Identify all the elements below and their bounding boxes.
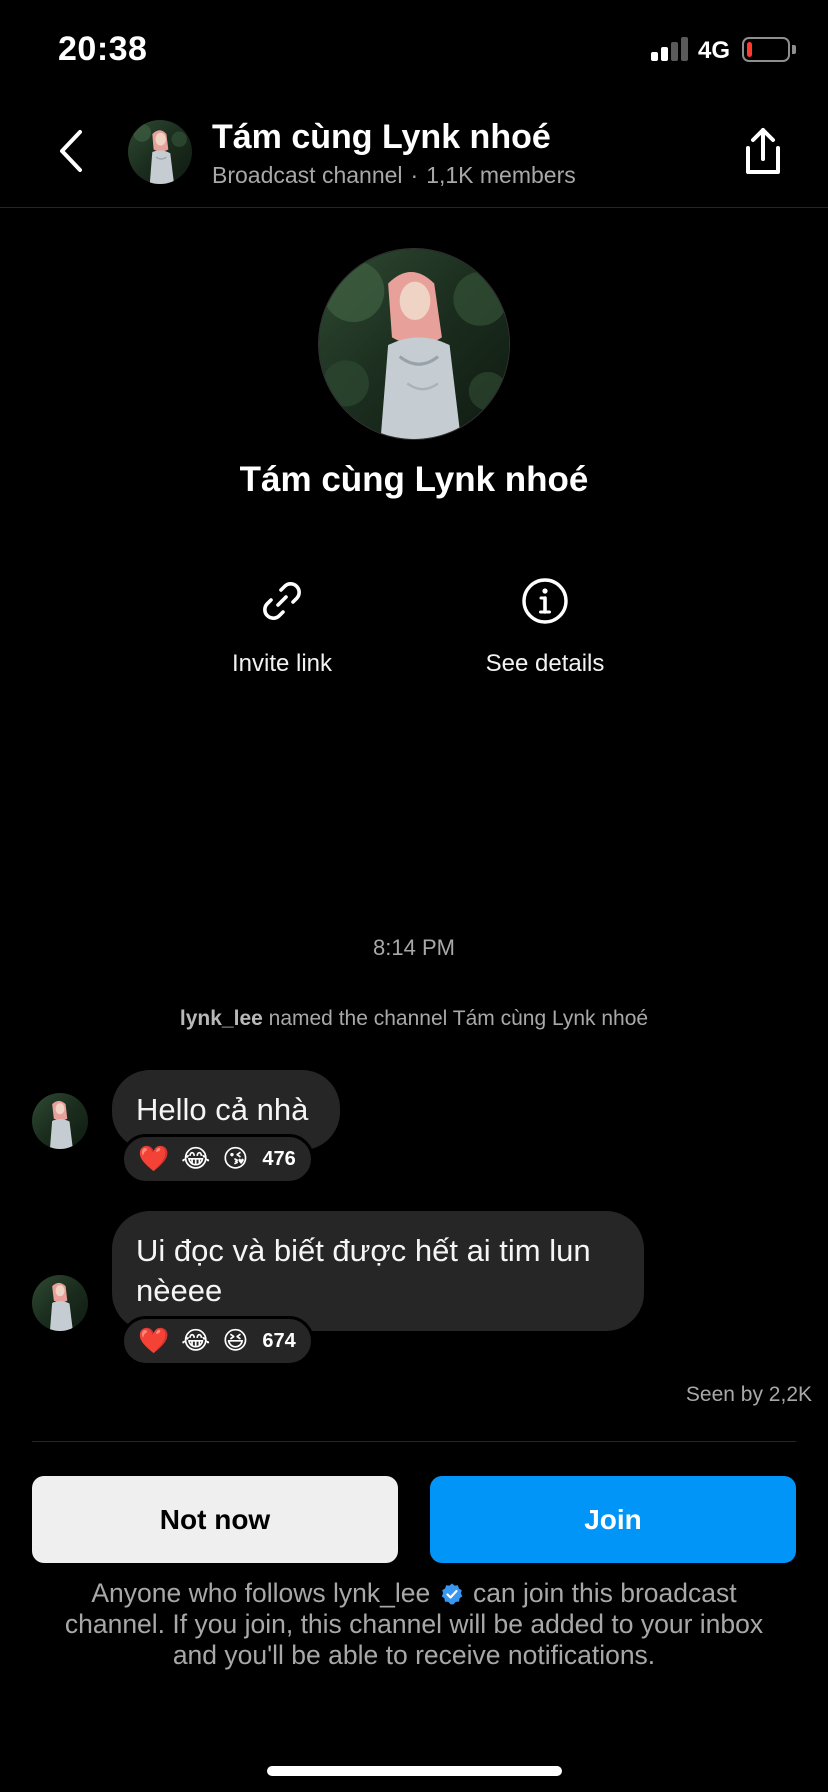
member-count: 1,1K members xyxy=(426,162,576,188)
footnote-before: Anyone who follows lynk_lee xyxy=(91,1578,431,1608)
heart-reaction: ❤️ xyxy=(138,1144,170,1173)
system-note-username[interactable]: lynk_lee xyxy=(180,1007,263,1030)
verified-badge-icon xyxy=(441,1583,462,1605)
join-info-text: Anyone who follows lynk_lee can join thi… xyxy=(40,1578,788,1671)
battery-tip xyxy=(792,45,796,54)
info-icon xyxy=(522,578,568,624)
message-text: Ui đọc và biết được hết ai tim lun nèeee xyxy=(136,1233,591,1308)
profile-name: Tám cùng Lynk nhoé xyxy=(239,460,589,499)
heart-reaction: ❤️ xyxy=(138,1326,170,1355)
channel-avatar[interactable] xyxy=(128,120,192,184)
reaction-count: 476 xyxy=(262,1147,296,1170)
laughing-reaction: 😂 xyxy=(181,1145,211,1173)
sender-avatar[interactable] xyxy=(32,1275,88,1331)
message-text: Hello cả nhà xyxy=(136,1092,309,1127)
reaction-count: 674 xyxy=(262,1329,296,1352)
see-details-button[interactable]: See details xyxy=(445,576,645,678)
message-bubble[interactable]: Ui đọc và biết được hết ai tim lun nèeee xyxy=(112,1211,644,1331)
share-button[interactable] xyxy=(740,126,786,178)
avatar-photo xyxy=(32,1093,88,1149)
sender-avatar[interactable] xyxy=(32,1093,88,1149)
channel-type: Broadcast channel xyxy=(212,162,403,188)
avatar-photo xyxy=(319,249,509,439)
avatar-photo xyxy=(128,120,192,184)
status-time: 20:38 xyxy=(58,30,148,68)
seen-count: Seen by 2,2K xyxy=(685,1383,812,1406)
reaction-bar[interactable]: ❤️ 😂 😘 476 xyxy=(121,1134,314,1184)
laughing-reaction: 😂 xyxy=(181,1327,211,1355)
link-icon xyxy=(263,582,301,620)
back-button[interactable] xyxy=(52,126,92,176)
join-button[interactable]: Join xyxy=(430,1476,796,1563)
network-type: 4G xyxy=(698,37,731,64)
home-indicator[interactable] xyxy=(267,1766,562,1776)
reaction-bar[interactable]: ❤️ 😂 😆 674 xyxy=(121,1316,314,1366)
battery-level xyxy=(747,42,752,57)
see-details-label: See details xyxy=(485,650,605,677)
invite-link-label: Invite link xyxy=(231,650,333,677)
system-note: lynk_lee named the channel Tám cùng Lynk… xyxy=(0,1007,828,1031)
chat-timestamp: 8:14 PM xyxy=(373,935,455,960)
status-bar: 20:38 4G xyxy=(0,0,828,100)
profile-avatar[interactable] xyxy=(318,248,510,440)
not-now-button[interactable]: Not now xyxy=(32,1476,398,1563)
channel-subtitle: Broadcast channel · 1,1K members xyxy=(212,162,576,189)
separator-dot: · xyxy=(410,162,419,188)
channel-header: Tám cùng Lynk nhoé Broadcast channel · 1,1… xyxy=(0,100,828,208)
divider xyxy=(32,1441,796,1442)
kiss-reaction: 😘 xyxy=(222,1145,249,1173)
chevron-left-icon xyxy=(60,130,82,172)
battery-icon xyxy=(742,37,790,62)
signal-icon xyxy=(651,37,691,61)
share-icon xyxy=(746,128,780,174)
system-note-text: named the channel Tám cùng Lynk nhoé xyxy=(268,1007,649,1030)
channel-title: Tám cùng Lynk nhoé xyxy=(212,118,551,156)
invite-link-button[interactable]: Invite link xyxy=(182,576,382,678)
grinning-squint-reaction: 😆 xyxy=(222,1327,249,1355)
avatar-photo xyxy=(32,1275,88,1331)
